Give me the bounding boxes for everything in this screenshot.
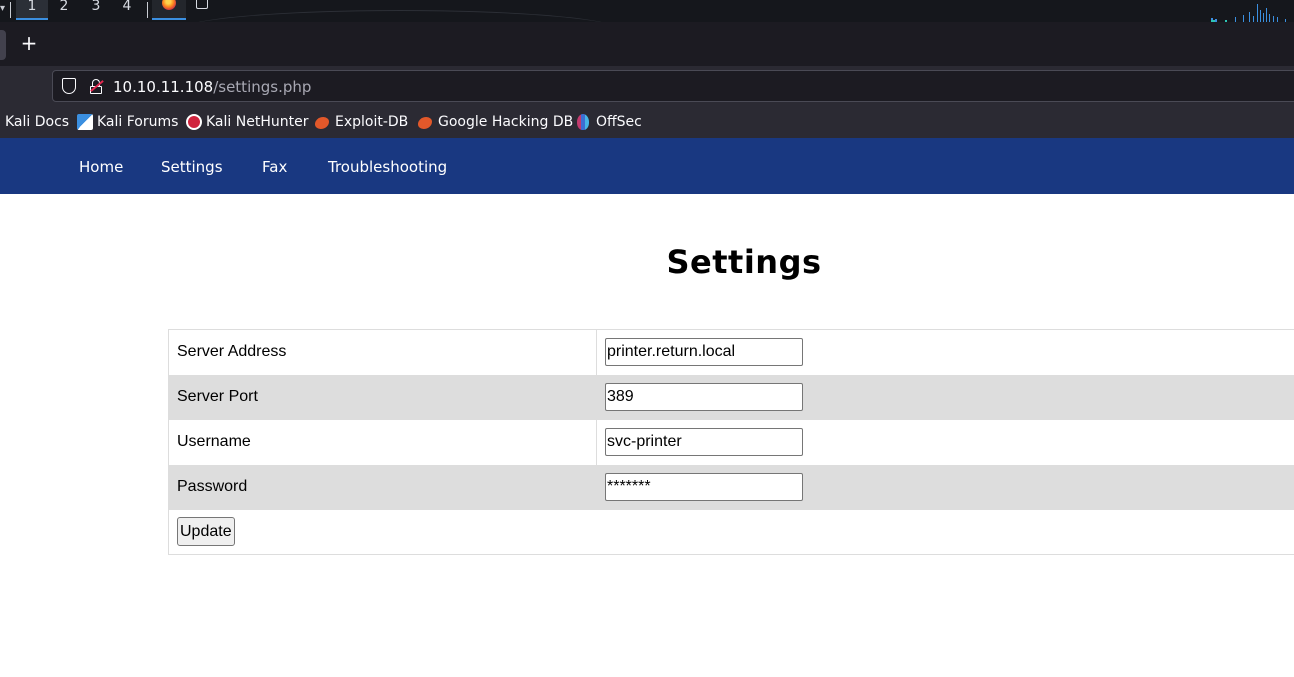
username-label: Username — [177, 433, 251, 450]
insecure-lock-icon[interactable] — [89, 79, 104, 95]
password-input[interactable] — [605, 473, 803, 501]
browser-tab-strip: + — [0, 22, 1294, 66]
offsec-icon — [577, 114, 589, 130]
new-tab-button[interactable]: + — [18, 32, 40, 56]
update-button[interactable]: Update — [177, 517, 235, 546]
browser-navigation-bar: 10.10.11.108/settings.php — [0, 66, 1294, 106]
bookmark-google-hacking-db[interactable]: Google Hacking DB — [438, 113, 573, 131]
network-monitor-graph — [1211, 4, 1286, 22]
nethunter-icon — [186, 114, 202, 130]
panel-separator — [10, 2, 11, 18]
url-bar[interactable]: 10.10.11.108/settings.php — [52, 70, 1294, 102]
site-navigation-bar: Home Settings Fax Troubleshooting — [0, 138, 1294, 194]
terminal-icon[interactable] — [196, 0, 208, 9]
desktop-top-panel: ▾ 1 2 3 4 — [0, 0, 1294, 22]
column-divider — [596, 330, 597, 375]
nav-fax-link[interactable]: Fax — [262, 157, 287, 177]
url-host: 10.10.11.108 — [113, 78, 214, 96]
exploit-db-icon — [315, 117, 329, 129]
settings-form-table: Server Address Server Port Username Pass… — [168, 329, 1294, 555]
url-text[interactable]: 10.10.11.108/settings.php — [113, 78, 311, 96]
page-title: Settings — [666, 243, 822, 281]
panel-separator — [147, 2, 148, 18]
server-port-row: Server Port — [169, 375, 1294, 420]
password-row: Password — [169, 465, 1294, 510]
column-divider — [596, 420, 597, 465]
workspace-2-button[interactable]: 2 — [48, 0, 80, 20]
panel-menu-chevron-icon[interactable]: ▾ — [0, 2, 5, 16]
username-input[interactable] — [605, 428, 803, 456]
url-path: /settings.php — [213, 78, 312, 96]
browser-tab[interactable] — [0, 30, 6, 60]
bookmarks-toolbar: Kali Docs Kali Forums Kali NetHunter Exp… — [0, 106, 1294, 138]
workspace-4-button[interactable]: 4 — [111, 0, 143, 20]
bookmark-exploit-db[interactable]: Exploit-DB — [335, 113, 408, 131]
bookmark-kali-forums[interactable]: Kali Forums — [97, 113, 178, 131]
kali-forums-icon — [77, 114, 93, 130]
workspace-3-button[interactable]: 3 — [80, 0, 112, 20]
firefox-icon — [162, 0, 176, 10]
server-port-input[interactable] — [605, 383, 803, 411]
workspace-1-button[interactable]: 1 — [16, 0, 48, 20]
password-label: Password — [177, 478, 248, 495]
google-hacking-db-icon — [418, 117, 432, 129]
tracking-protection-shield-icon[interactable] — [62, 78, 76, 94]
taskbar-firefox[interactable] — [152, 0, 186, 20]
username-row: Username — [169, 420, 1294, 465]
server-address-label: Server Address — [177, 343, 287, 360]
bookmark-kali-docs[interactable]: Kali Docs — [5, 113, 69, 131]
server-address-row: Server Address — [169, 330, 1294, 375]
nav-troubleshooting-link[interactable]: Troubleshooting — [328, 157, 447, 177]
server-port-label: Server Port — [177, 388, 258, 405]
panel-wallpaper-curve — [180, 10, 620, 22]
nav-home-link[interactable]: Home — [79, 157, 123, 177]
update-row: Update — [169, 510, 1294, 554]
bookmark-offsec[interactable]: OffSec — [596, 113, 642, 131]
nav-settings-link[interactable]: Settings — [161, 157, 223, 177]
server-address-input[interactable] — [605, 338, 803, 366]
bookmark-kali-nethunter[interactable]: Kali NetHunter — [206, 113, 308, 131]
